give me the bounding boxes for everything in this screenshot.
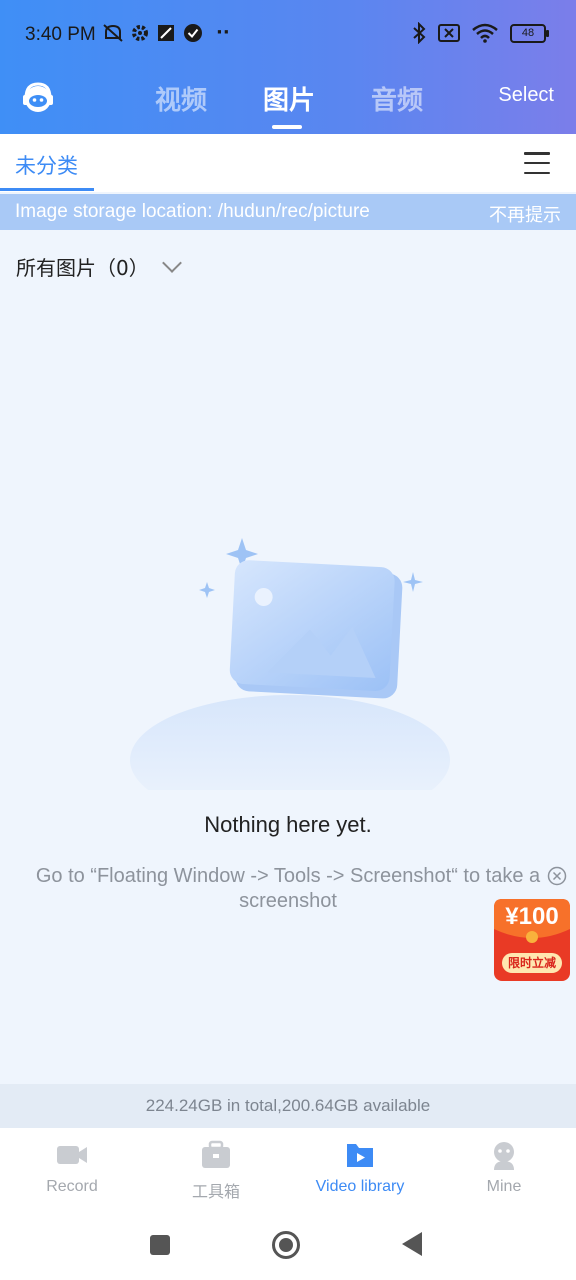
storage-notice: Image storage location: /hudun/rec/pictu… — [0, 194, 576, 230]
system-nav-bar — [0, 1210, 576, 1280]
dont-show-again-button[interactable]: 不再提示 — [489, 201, 561, 227]
nav-video-library-label: Video library — [315, 1178, 405, 1195]
nav-video-library[interactable]: Video library — [288, 1140, 432, 1196]
category-bar: 未分类 — [0, 134, 576, 192]
nav-record[interactable]: Record — [0, 1140, 144, 1196]
gear-icon — [132, 24, 148, 41]
bluetooth-icon — [413, 22, 426, 44]
camera-icon — [57, 1146, 87, 1164]
status-left-icons: ·· — [102, 22, 230, 43]
status-right-icons: 48 — [412, 22, 549, 44]
app-header: 3:40 PM ·· 48 视频 图片 音频 Select — [0, 0, 576, 134]
user-icon — [494, 1142, 514, 1170]
nav-record-label: Record — [46, 1178, 98, 1195]
tab-picture[interactable]: 图片 — [263, 80, 315, 117]
status-bar: 3:40 PM ·· 48 — [0, 0, 576, 70]
video-library-icon — [347, 1144, 373, 1167]
back-button[interactable] — [402, 1232, 422, 1256]
nav-toolbox-label: 工具箱 — [191, 1184, 240, 1201]
bottom-nav: Record 工具箱 Video library Mine — [0, 1128, 576, 1210]
empty-image-illustration — [130, 538, 450, 790]
battery-icon: 48 — [510, 23, 549, 43]
no-sim-icon — [438, 24, 460, 42]
category-tab-uncategorized[interactable]: 未分类 — [15, 150, 78, 180]
toolbox-icon — [202, 1140, 230, 1168]
tab-audio[interactable]: 音频 — [371, 80, 423, 117]
storage-location-text: Image storage location: /hudun/rec/pictu… — [15, 201, 370, 222]
category-tab-indicator — [0, 188, 94, 191]
all-pictures-dropdown[interactable]: 所有图片（0） — [16, 252, 182, 281]
status-time: 3:40 PM — [25, 24, 96, 45]
nav-mine-label: Mine — [486, 1178, 522, 1195]
app-logo-icon[interactable] — [20, 80, 56, 116]
empty-state-title: Nothing here yet. — [204, 812, 372, 837]
top-nav: 视频 图片 音频 Select — [0, 70, 576, 134]
mute-icon — [103, 23, 123, 42]
select-button[interactable]: Select — [498, 84, 554, 107]
close-promo-icon[interactable] — [547, 866, 567, 886]
app-notification-icon — [158, 24, 174, 41]
more-notifications-icon: ·· — [216, 22, 230, 43]
promo-red-packet[interactable]: ¥100 限时立减 — [492, 895, 572, 985]
all-pictures-label: 所有图片（0） — [16, 256, 149, 280]
tab-video[interactable]: 视频 — [155, 80, 207, 117]
storage-info: 224.24GB in total,200.64GB available — [0, 1084, 576, 1128]
nav-toolbox[interactable]: 工具箱 — [144, 1140, 288, 1202]
empty-state-hint: Go to “Floating Window -> Tools -> Scree… — [35, 865, 541, 912]
chevron-down-icon — [161, 252, 182, 273]
promo-amount: ¥100 — [505, 903, 559, 930]
menu-icon[interactable] — [524, 152, 550, 174]
home-button[interactable] — [272, 1231, 300, 1259]
recents-button[interactable] — [150, 1235, 170, 1255]
promo-label: 限时立减 — [502, 953, 562, 973]
active-tab-indicator — [272, 125, 302, 129]
nav-mine[interactable]: Mine — [432, 1140, 576, 1196]
check-badge-icon — [184, 23, 202, 42]
wifi-icon — [472, 23, 498, 43]
